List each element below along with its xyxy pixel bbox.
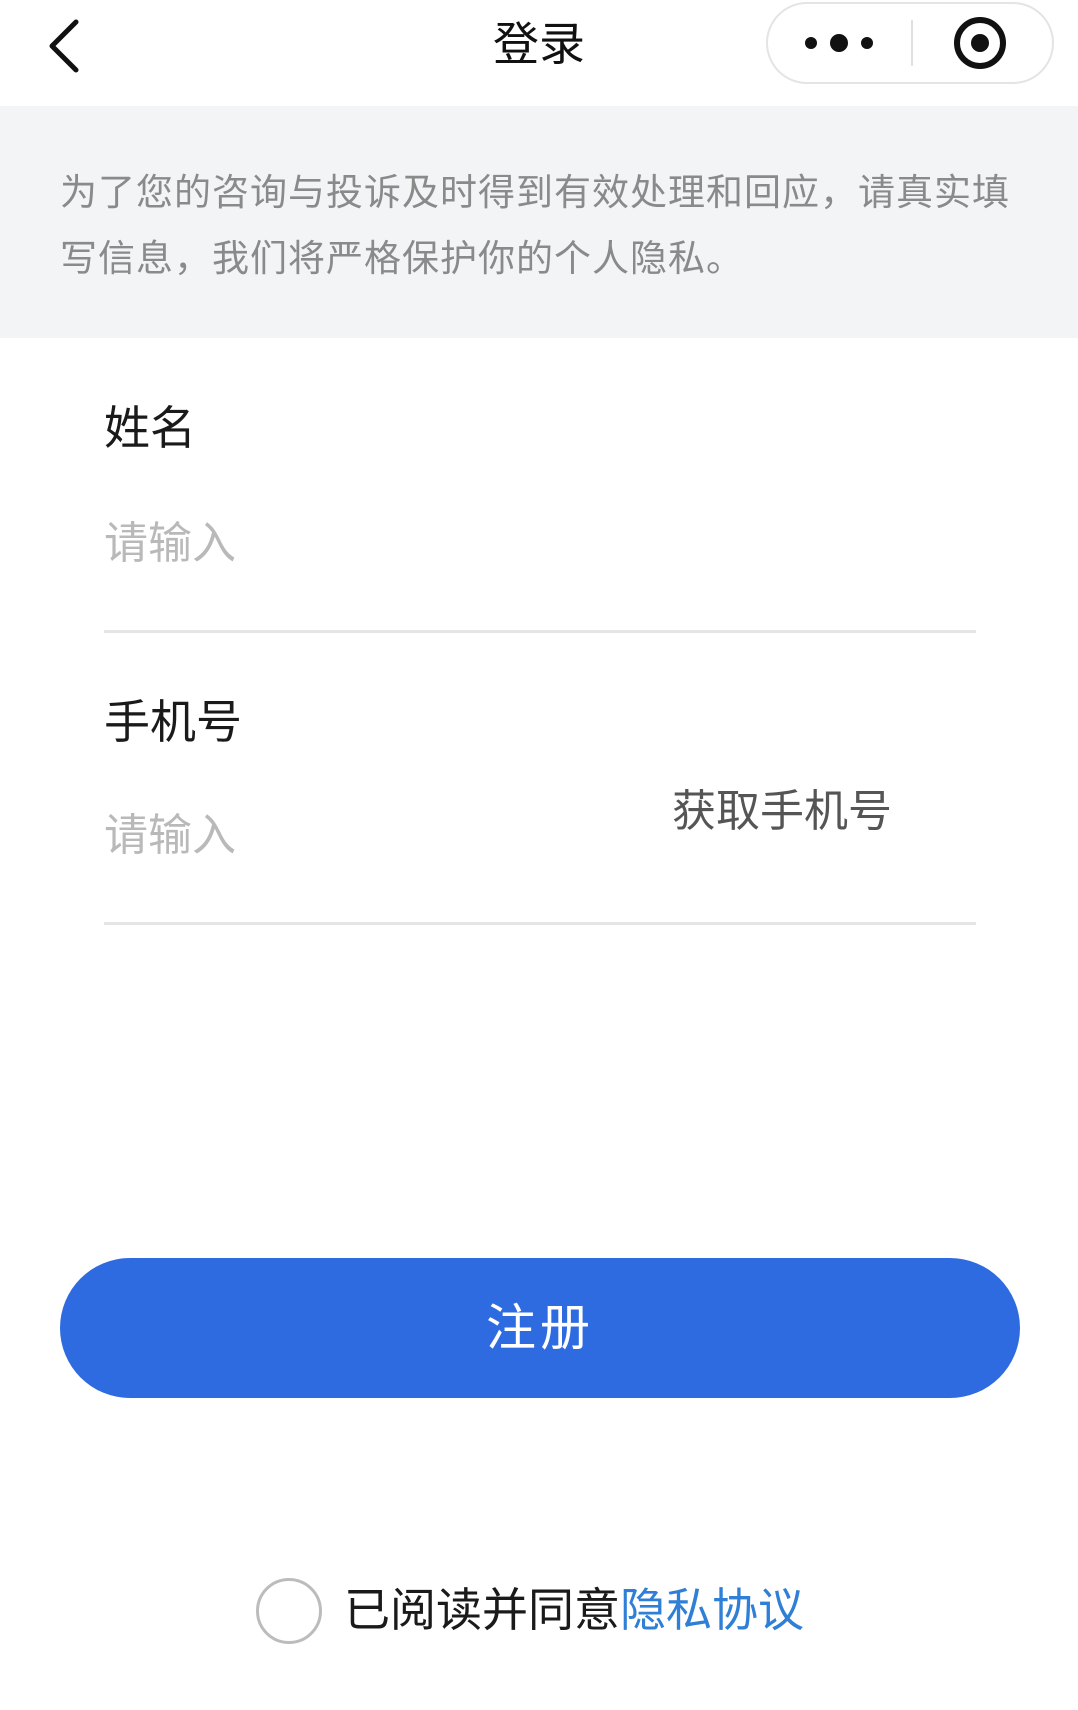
more-button[interactable] xyxy=(768,4,911,82)
get-phone-number-button[interactable]: 获取手机号 xyxy=(672,782,892,842)
chevron-left-icon xyxy=(49,19,79,73)
name-label: 姓名 xyxy=(104,401,196,455)
phone-field-underline xyxy=(104,922,976,925)
privacy-notice-text: 为了您的咨询与投诉及时得到有效处理和回应，请真实填写信息，我们将严格保护你的个人… xyxy=(60,171,1010,280)
agreement-text: 已阅读并同意 xyxy=(344,1583,620,1637)
target-close-icon xyxy=(954,17,1006,69)
agreement-text-row: 已阅读并同意隐私协议 xyxy=(344,1580,804,1640)
phone-input[interactable] xyxy=(104,800,624,870)
mini-program-capsule xyxy=(766,2,1054,84)
name-input[interactable] xyxy=(104,508,976,578)
close-mini-program-button[interactable] xyxy=(913,4,1052,82)
agreement-checkbox[interactable] xyxy=(256,1578,322,1644)
name-field-underline xyxy=(104,630,976,633)
privacy-policy-link[interactable]: 隐私协议 xyxy=(620,1583,804,1637)
navigation-bar: 登录 xyxy=(0,0,1078,106)
phone-label: 手机号 xyxy=(104,695,242,749)
more-dots-icon xyxy=(805,34,873,52)
privacy-notice-banner: 为了您的咨询与投诉及时得到有效处理和回应，请真实填写信息，我们将严格保护你的个人… xyxy=(0,106,1078,338)
back-button[interactable] xyxy=(38,14,98,74)
login-page: 登录 为了您的咨询与投诉及时得到有效处理和回应，请真实填写信息，我们将严格保护你… xyxy=(0,0,1078,1710)
register-button[interactable]: 注册 xyxy=(60,1258,1020,1398)
